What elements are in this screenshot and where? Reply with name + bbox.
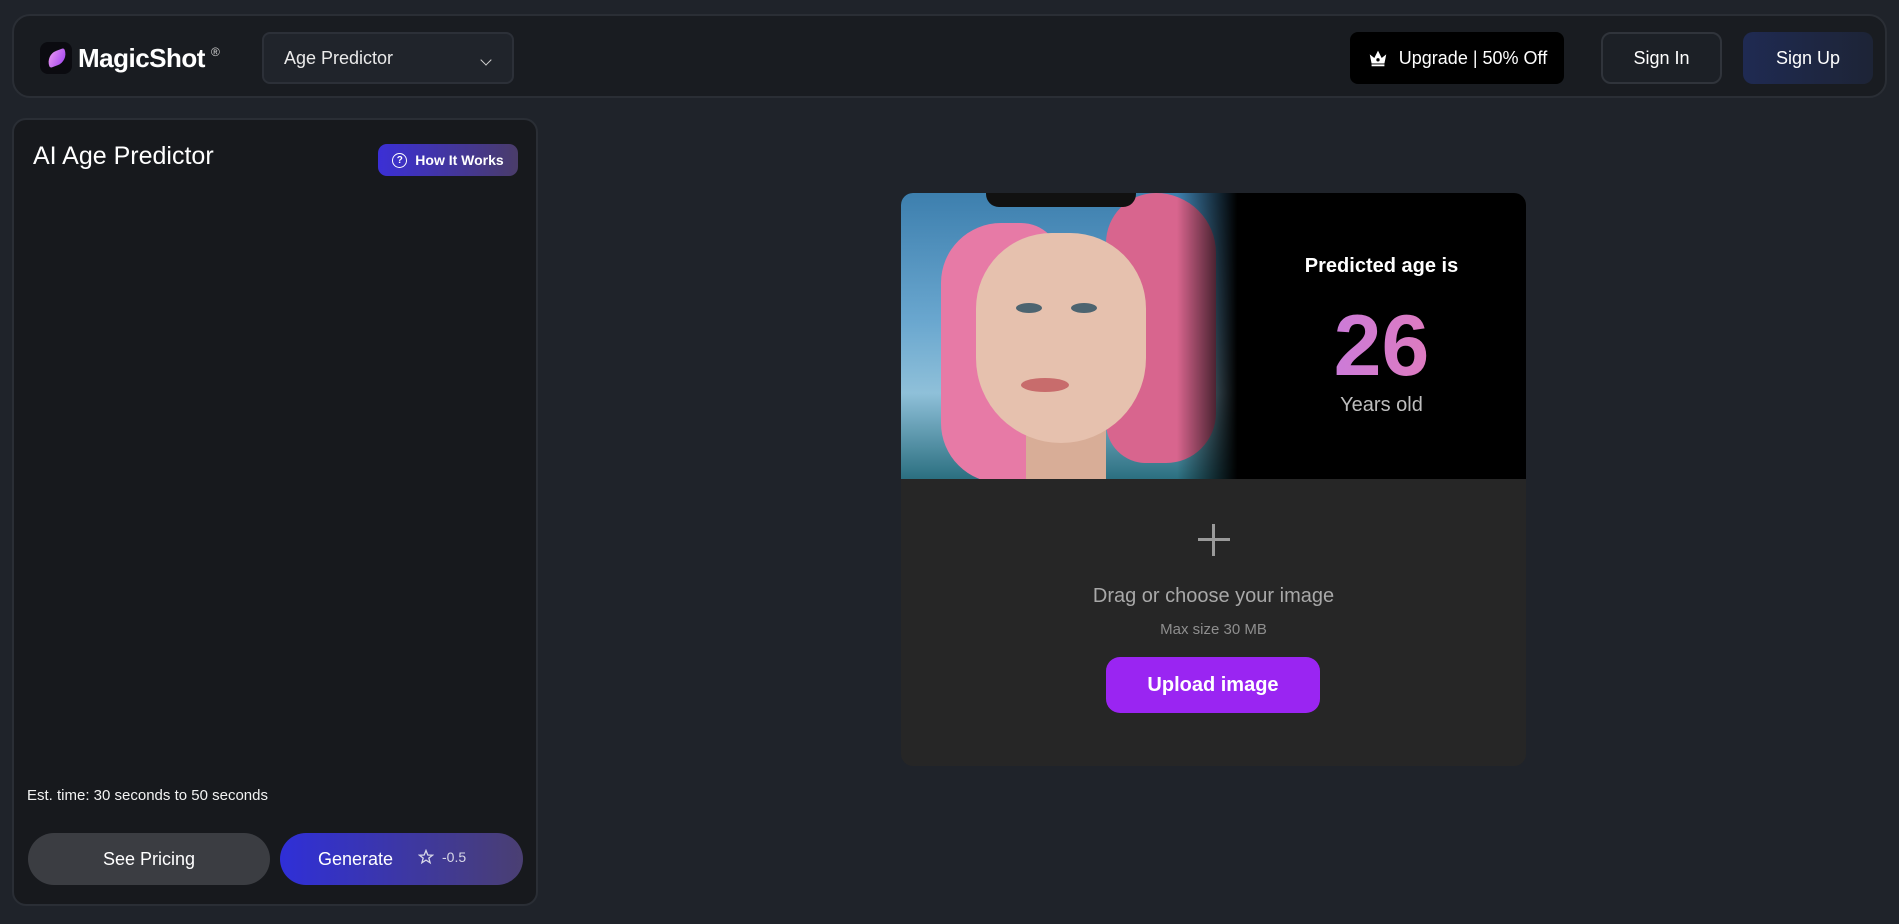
sample-portrait-image bbox=[901, 193, 1237, 479]
how-it-works-button[interactable]: ? How It Works bbox=[378, 144, 518, 176]
tool-select-value: Age Predictor bbox=[284, 47, 394, 68]
result-upload-card: Predicted age is 26 Years old Drag or ch… bbox=[901, 193, 1526, 766]
panel-title: AI Age Predictor bbox=[33, 142, 214, 170]
drag-instruction: Drag or choose your image bbox=[1092, 585, 1335, 607]
predicted-age-value: 26 bbox=[1237, 301, 1526, 391]
upgrade-button[interactable]: Upgrade | 50% Off bbox=[1350, 32, 1564, 84]
chevron-down-icon bbox=[480, 54, 492, 66]
generate-cost-value: -0.5 bbox=[442, 849, 467, 865]
top-navigation-bar: MagicShot ® Age Predictor Upgrade | 50% … bbox=[12, 14, 1887, 98]
tool-select-dropdown[interactable]: Age Predictor bbox=[262, 32, 514, 84]
plus-icon bbox=[1198, 524, 1230, 556]
credit-star-icon bbox=[418, 849, 434, 865]
max-size-note: Max size 30 MB bbox=[1160, 621, 1267, 638]
age-result-preview: Predicted age is 26 Years old bbox=[901, 193, 1526, 479]
tool-settings-panel: AI Age Predictor ? How It Works Est. tim… bbox=[12, 118, 538, 906]
generate-label: Generate bbox=[318, 848, 394, 869]
sign-up-button[interactable]: Sign Up bbox=[1743, 32, 1873, 84]
registered-mark: ® bbox=[210, 45, 220, 59]
estimated-time: Est. time: 30 seconds to 50 seconds bbox=[27, 787, 268, 804]
upgrade-label: Upgrade | 50% Off bbox=[1398, 47, 1548, 68]
see-pricing-button[interactable]: See Pricing bbox=[28, 833, 270, 885]
question-icon: ? bbox=[392, 152, 408, 168]
sign-in-button[interactable]: Sign In bbox=[1601, 32, 1722, 84]
crown-icon bbox=[1369, 50, 1387, 67]
generate-cost: -0.5 bbox=[418, 849, 466, 865]
predicted-age-label: Predicted age is bbox=[1304, 255, 1459, 277]
upload-image-button[interactable]: Upload image bbox=[1106, 657, 1320, 713]
predicted-age-unit: Years old bbox=[1340, 394, 1423, 416]
magicshot-logo-icon bbox=[40, 42, 72, 74]
logo-text: MagicShot bbox=[78, 42, 205, 73]
how-it-works-label: How It Works bbox=[415, 152, 504, 168]
magicshot-logo[interactable]: MagicShot ® bbox=[40, 41, 220, 75]
image-drop-zone[interactable]: Drag or choose your image Max size 30 MB… bbox=[901, 479, 1526, 766]
generate-button[interactable]: Generate -0.5 bbox=[280, 833, 523, 885]
